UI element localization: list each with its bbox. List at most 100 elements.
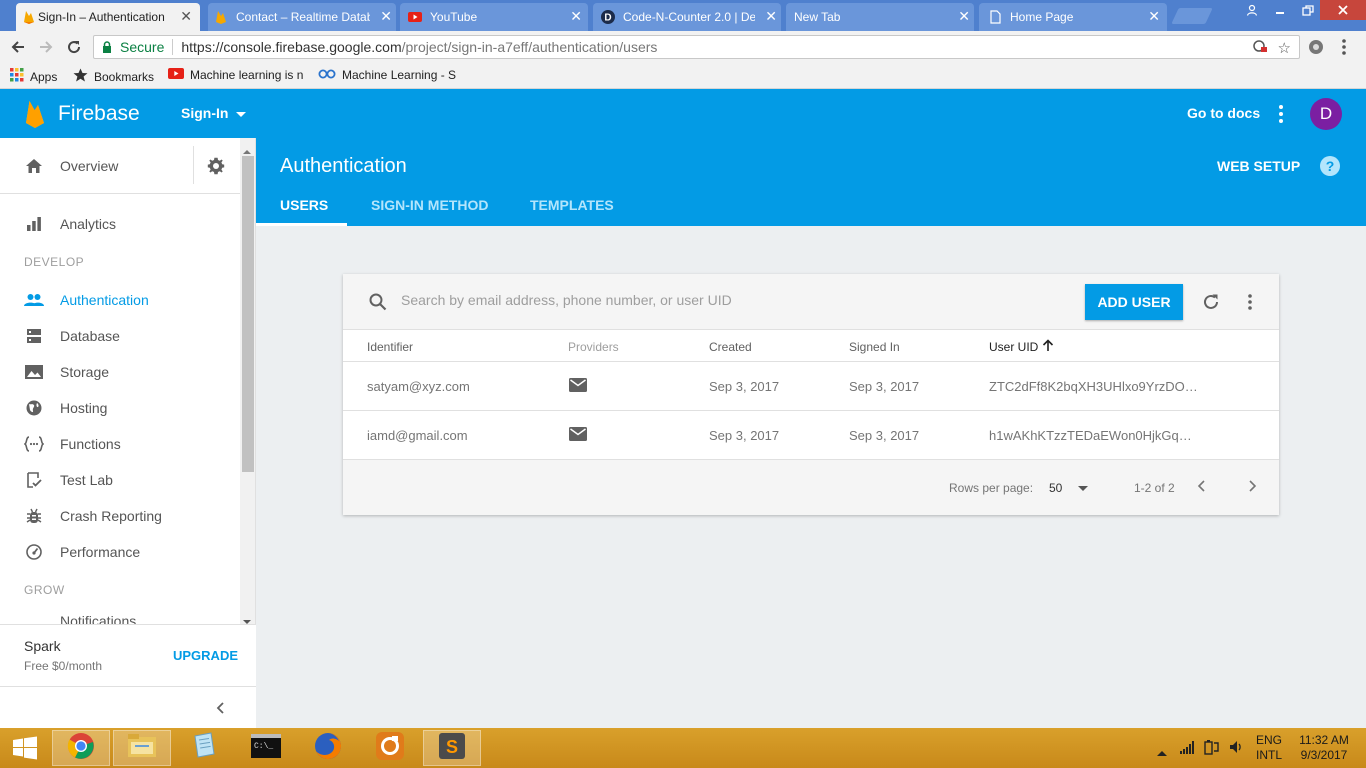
add-user-button[interactable]: ADD USER [1085, 284, 1183, 320]
web-setup-button[interactable]: WEB SETUP [1217, 158, 1300, 174]
notepad-icon [191, 731, 217, 765]
restore-icon[interactable] [1294, 0, 1322, 20]
project-selector[interactable]: Sign-In [181, 105, 247, 121]
user-profile-icon[interactable] [1238, 0, 1266, 20]
browser-tab-home-page[interactable]: Home Page ✕ [988, 3, 1160, 31]
reload-icon[interactable] [64, 37, 84, 57]
windows-start-icon[interactable] [0, 730, 50, 766]
people-icon [24, 290, 44, 310]
back-arrow-icon[interactable] [8, 37, 28, 57]
tray-expand-icon[interactable] [1157, 743, 1167, 761]
browser-tab-code-n-counter[interactable]: D Code-N-Counter 2.0 | De ✕ [601, 3, 777, 31]
tab-close-icon[interactable]: ✕ [570, 9, 582, 23]
taskbar-cmd[interactable]: C:\_ [237, 730, 295, 766]
more-vert-icon[interactable] [1279, 105, 1283, 126]
refresh-icon[interactable] [1202, 293, 1220, 316]
tab-close-icon[interactable]: ✕ [180, 9, 192, 23]
minimize-icon[interactable] [1266, 0, 1294, 20]
avatar[interactable]: D [1310, 98, 1342, 130]
sublime-icon: S [438, 732, 466, 765]
taskbar-notepad[interactable] [175, 730, 233, 766]
sidebar-item-test-lab[interactable]: Test Lab [24, 470, 113, 490]
browser-tab-contact[interactable]: Contact – Realtime Datab ✕ [214, 3, 392, 31]
column-created[interactable]: Created [709, 340, 752, 354]
tab-sign-in-method[interactable]: SIGN-IN METHOD [371, 186, 488, 226]
folder-icon [127, 733, 157, 764]
bookmark-bookmarks[interactable]: Bookmarks [73, 68, 154, 85]
taskbar-app-orange[interactable] [361, 730, 419, 766]
sidebar-item-functions[interactable]: Functions [24, 434, 121, 454]
users-table-header: Identifier Providers Created Signed In U… [343, 330, 1279, 362]
bookmark-ml-youtube[interactable]: Machine learning is n [168, 68, 306, 82]
bookmark-ml-coursera[interactable]: Machine Learning - S [318, 68, 458, 82]
cell-signed-in: Sep 3, 2017 [849, 428, 920, 443]
help-icon[interactable]: ? [1320, 156, 1340, 176]
forward-arrow-icon[interactable] [36, 37, 56, 57]
more-vert-icon[interactable] [1248, 294, 1252, 315]
gear-icon[interactable] [207, 157, 225, 180]
tab-close-icon[interactable]: ✕ [380, 9, 392, 23]
network-signal-icon[interactable] [1180, 740, 1196, 759]
rows-per-page-select[interactable]: 50 [1049, 481, 1089, 495]
image-icon [24, 362, 44, 382]
system-clock[interactable]: 11:32 AM 9/3/2017 [1292, 733, 1356, 763]
arrow-up-icon[interactable] [1042, 339, 1054, 355]
tab-templates[interactable]: TEMPLATES [530, 186, 614, 226]
camera-blocked-icon[interactable] [1253, 40, 1267, 55]
scrollbar-thumb[interactable] [242, 156, 254, 472]
close-window-icon[interactable] [1320, 0, 1366, 20]
firebase-brand[interactable]: Firebase [58, 102, 140, 126]
sidebar-item-hosting[interactable]: Hosting [24, 398, 107, 418]
taskbar-chrome[interactable] [52, 730, 110, 766]
sidebar-scrollbar[interactable] [240, 138, 255, 624]
browser-tab-sign-in[interactable]: Sign-In – Authentication ✕ [16, 3, 200, 31]
volume-icon[interactable] [1229, 740, 1243, 759]
sidebar-item-authentication[interactable]: Authentication [24, 290, 149, 310]
column-user-uid[interactable]: User UID [989, 340, 1038, 354]
apps-grid-icon [10, 68, 24, 85]
browser-tab-strip: Sign-In – Authentication ✕ Contact – Rea… [0, 0, 1366, 31]
go-to-docs-link[interactable]: Go to docs [1187, 105, 1260, 121]
sidebar-item-database[interactable]: Database [24, 326, 120, 346]
sidebar-item-notifications-partial[interactable]: Notifications [0, 616, 240, 624]
browser-tab-new-tab[interactable]: New Tab ✕ [772, 3, 970, 31]
chevron-left-icon[interactable] [1197, 480, 1205, 495]
page-title: Authentication [280, 155, 407, 177]
tab-close-icon[interactable]: ✕ [958, 9, 970, 23]
sidebar-item-crash-reporting[interactable]: Crash Reporting [24, 506, 162, 526]
dropdown-arrow-icon [1078, 481, 1089, 495]
column-identifier[interactable]: Identifier [367, 340, 413, 354]
chevron-right-icon[interactable] [1249, 480, 1257, 495]
column-signed-in[interactable]: Signed In [849, 340, 900, 354]
bookmark-apps[interactable]: Apps [10, 68, 57, 85]
firefox-icon [313, 731, 343, 766]
language-indicator[interactable]: ENG INTL [1252, 733, 1286, 763]
windows-taskbar: C:\_ S ENG INTL 11:32 AM 9/3/2017 [0, 728, 1366, 768]
plan-panel: Spark Free $0/month UPGRADE [0, 624, 256, 686]
lock-icon [102, 41, 112, 53]
browser-tab-youtube[interactable]: YouTube ✕ [408, 3, 582, 31]
chevron-left-icon[interactable] [216, 701, 224, 719]
address-bar[interactable]: Secure https://console.firebase.google.c… [93, 35, 1300, 59]
battery-icon[interactable] [1204, 739, 1220, 760]
taskbar-sublime[interactable]: S [423, 730, 481, 766]
page-icon [988, 10, 1002, 24]
sidebar-item-analytics[interactable]: Analytics [24, 214, 116, 234]
sidebar-item-storage[interactable]: Storage [24, 362, 109, 382]
table-row[interactable]: satyam@xyz.com Sep 3, 2017 Sep 3, 2017 Z… [343, 362, 1279, 411]
upgrade-button[interactable]: UPGRADE [173, 648, 238, 663]
tab-users[interactable]: USERS [256, 186, 347, 226]
bar-chart-icon [24, 214, 44, 234]
bookmark-star-icon[interactable]: ☆ [1278, 39, 1291, 57]
tab-close-icon[interactable]: ✕ [1148, 9, 1160, 23]
taskbar-firefox[interactable] [299, 730, 357, 766]
sidebar-item-overview[interactable]: Overview [24, 156, 118, 176]
new-tab-button[interactable] [1171, 8, 1213, 24]
taskbar-file-explorer[interactable] [113, 730, 171, 766]
extension-icon[interactable] [1306, 37, 1326, 57]
sidebar-item-performance[interactable]: Performance [24, 542, 140, 562]
chrome-menu-icon[interactable] [1342, 39, 1346, 55]
search-input[interactable] [401, 292, 1001, 308]
table-row[interactable]: iamd@gmail.com Sep 3, 2017 Sep 3, 2017 h… [343, 411, 1279, 460]
scroll-up-icon[interactable] [243, 142, 251, 160]
